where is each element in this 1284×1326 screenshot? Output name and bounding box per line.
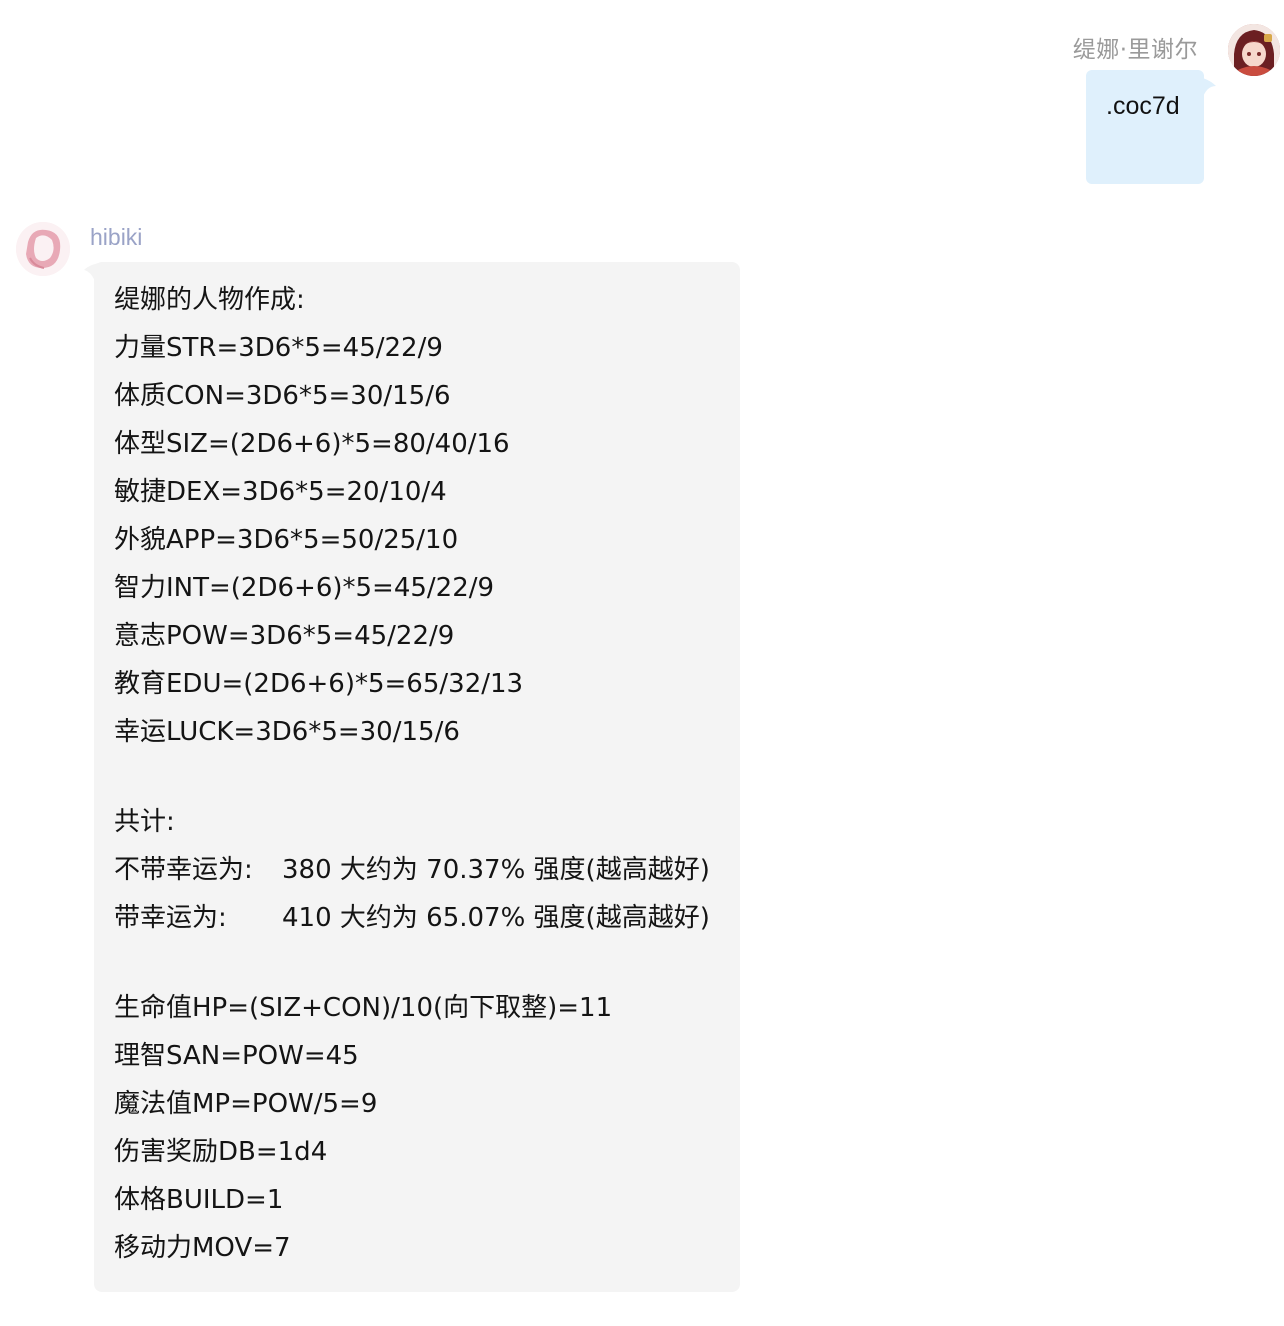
message-line-dex: 敏捷DEX=3D6*5=20/10/4 <box>114 477 447 507</box>
message-line-with-luck-value: 410 大约为 65.07% 强度(越高越好) <box>282 903 710 933</box>
message-line-title: 缇娜的人物作成: <box>114 285 305 315</box>
message-line-int: 智力INT=(2D6+6)*5=45/22/9 <box>114 573 495 603</box>
message-bubble-out[interactable]: .coc7d <box>1086 70 1204 184</box>
message-line-no-luck-value: 380 大约为 70.37% 强度(越高越好) <box>282 855 710 885</box>
message-text-out: .coc7d <box>1106 92 1180 120</box>
message-line-hp: 生命值HP=(SIZ+CON)/10(向下取整)=11 <box>114 993 613 1023</box>
outgoing-message: 缇娜·里谢尔 .coc7d <box>0 0 1284 200</box>
message-line-no-luck: 不带幸运为: <box>114 854 253 886</box>
bot-avatar[interactable] <box>16 222 70 276</box>
message-line-with-luck: 带幸运为: <box>114 902 227 934</box>
message-line-db: 伤害奖励DB=1d4 <box>114 1137 328 1167</box>
message-line-build: 体格BUILD=1 <box>114 1185 284 1215</box>
message-line-total-label: 共计: <box>114 807 175 837</box>
sender-name-self: 缇娜·里谢尔 <box>1072 37 1198 63</box>
sender-name-bot: hibiki <box>90 224 143 250</box>
message-line-edu: 教育EDU=(2D6+6)*5=65/32/13 <box>114 669 524 699</box>
no-luck-label: 不带幸运为: <box>114 855 253 885</box>
message-line-con: 体质CON=3D6*5=30/15/6 <box>114 381 451 411</box>
message-line-pow: 意志POW=3D6*5=45/22/9 <box>114 621 455 651</box>
message-line-str: 力量STR=3D6*5=45/22/9 <box>114 333 443 363</box>
message-line-mp: 魔法值MP=POW/5=9 <box>114 1089 378 1119</box>
message-line-siz: 体型SIZ=(2D6+6)*5=80/40/16 <box>114 429 510 459</box>
message-line-app: 外貌APP=3D6*5=50/25/10 <box>114 525 459 555</box>
with-luck-label: 带幸运为: <box>114 903 227 933</box>
user-avatar[interactable] <box>1228 24 1280 76</box>
message-line-san: 理智SAN=POW=45 <box>114 1041 359 1071</box>
message-line-luck: 幸运LUCK=3D6*5=30/15/6 <box>114 717 460 747</box>
message-line-mov: 移动力MOV=7 <box>114 1233 291 1263</box>
